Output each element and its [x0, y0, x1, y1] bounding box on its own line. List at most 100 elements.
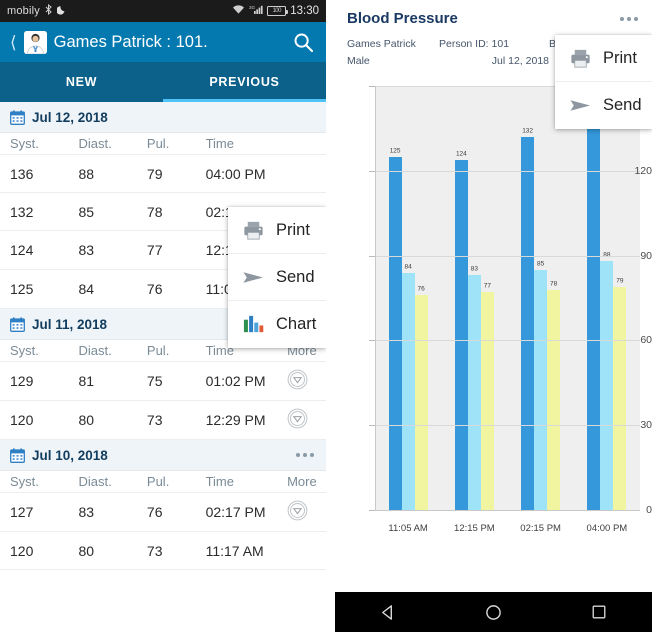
tab-previous[interactable]: PREVIOUS [163, 62, 326, 102]
cell-pulse: 76 [136, 269, 196, 309]
table-row[interactable]: 120 80 73 11:17 AM [0, 531, 326, 570]
cell-diastolic: 85 [68, 192, 137, 231]
column-header-pulse: Pul. [136, 471, 196, 493]
cell-more [277, 154, 326, 193]
expand-row-icon[interactable] [287, 369, 308, 393]
calendar-icon [10, 109, 25, 125]
cell-pulse: 78 [136, 192, 196, 231]
chart-bar-value-label: 85 [537, 260, 545, 268]
clock-label: 13:30 [290, 5, 319, 17]
chart-page: Blood Pressure Games Patrick Person ID: … [335, 0, 652, 592]
chart-bar-value-label: 125 [389, 147, 401, 155]
cell-pulse: 73 [136, 531, 196, 570]
cell-diastolic: 88 [68, 154, 137, 193]
cell-time: 11:17 AM [195, 531, 278, 570]
card-header: Jul 12, 2018 [0, 102, 326, 133]
chart-bar: 85 [534, 261, 548, 510]
chart-bar: 83 [467, 266, 481, 510]
chart-title: Blood Pressure [347, 10, 458, 27]
android-nav-bar [335, 592, 652, 632]
cell-time: 12:29 PM [195, 400, 278, 440]
wifi-icon [232, 4, 245, 18]
back-chevron-icon[interactable]: ⟨ [10, 34, 17, 51]
chart-bar: 132 [521, 128, 535, 510]
menu-item-print[interactable]: Print [228, 207, 326, 254]
cell-pulse: 75 [136, 361, 196, 401]
battery-level-label: 100 [272, 8, 281, 14]
chart-bar-value-label: 83 [470, 265, 478, 273]
chart-gridline [375, 425, 640, 427]
cell-more [277, 492, 326, 532]
table-row[interactable]: 136 88 79 04:00 PM [0, 154, 326, 193]
cell-systolic: 125 [0, 269, 69, 309]
table-row[interactable]: 129 81 75 01:02 PM [0, 361, 326, 401]
cell-more [277, 361, 326, 401]
records-table: Syst. Diast. Pul. Time More 129 81 75 01… [0, 340, 326, 440]
cell-systolic: 132 [0, 192, 69, 231]
patient-person-id: Person ID: 101 [439, 38, 510, 50]
chart-bar-value-label: 76 [417, 285, 425, 293]
app-bar: ⟨ Games Patrick : 101. [0, 22, 326, 62]
page-title: Games Patrick : 101. [53, 32, 208, 51]
tab-previous-label: PREVIOUS [209, 75, 280, 89]
cell-systolic: 127 [0, 492, 69, 532]
cell-systolic: 129 [0, 361, 69, 401]
printer-icon [568, 46, 592, 70]
column-header-more [277, 133, 326, 155]
send-icon [568, 94, 592, 118]
menu-item-print[interactable]: Print [555, 35, 652, 82]
search-icon[interactable] [290, 29, 316, 55]
menu-item-print-label: Print [603, 48, 637, 67]
card-header: Jul 10, 2018 [0, 440, 326, 471]
table-header-row: Syst. Diast. Pul. Time More [0, 471, 326, 493]
table-row[interactable]: 127 83 76 02:17 PM [0, 492, 326, 532]
cell-pulse: 77 [136, 230, 196, 270]
column-header-pulse: Pul. [136, 133, 196, 155]
cell-time: 02:17 PM [195, 492, 278, 532]
signal-icon: 3G [249, 4, 263, 18]
menu-item-chart-label: Chart [276, 315, 317, 333]
table-header-row: Syst. Diast. Pul. Time [0, 133, 326, 155]
overflow-menu-icon[interactable] [294, 449, 316, 461]
nav-home-icon[interactable] [470, 592, 516, 632]
column-header-pulse: Pul. [136, 340, 196, 362]
record-card: Jul 10, 2018 Syst. Diast. Pul. Time More [0, 440, 326, 570]
chart-bar: 125 [388, 148, 402, 510]
chart-plot-area: 1258476124837713285781368879 03060901201… [335, 78, 652, 548]
chart-header: Blood Pressure [335, 0, 652, 33]
screenshot-stage: mobily 3G 100 13:30 ⟨ Games Patrick: 10… [0, 0, 652, 632]
doctor-avatar-icon [23, 30, 47, 54]
card-date-label: Jul 10, 2018 [32, 447, 108, 463]
y-axis-tick-label: 120 [634, 164, 652, 177]
context-menu[interactable]: Print Send [228, 207, 326, 348]
table-row[interactable]: 120 80 73 12:29 PM [0, 400, 326, 440]
y-axis-tick-label: 30 [640, 419, 652, 432]
card-date-label: Jul 12, 2018 [32, 109, 108, 125]
nav-recents-icon[interactable] [576, 592, 622, 632]
calendar-icon [10, 316, 25, 332]
chart-gridline [375, 340, 640, 342]
cell-diastolic: 83 [68, 492, 137, 532]
overflow-menu-icon[interactable] [618, 13, 640, 25]
cell-diastolic: 84 [68, 269, 137, 309]
menu-item-send[interactable]: Send [555, 82, 652, 129]
chart-bar-group: 132 85 78 [508, 86, 574, 510]
bluetooth-icon [44, 3, 53, 18]
chart-bar: 84 [401, 263, 415, 510]
tab-new[interactable]: NEW [0, 62, 163, 102]
chart-gridline [375, 255, 640, 257]
cell-pulse: 79 [136, 154, 196, 193]
nav-back-icon[interactable] [365, 592, 411, 632]
right-phone-screen: Blood Pressure Games Patrick Person ID: … [335, 0, 652, 632]
calendar-icon [10, 447, 25, 463]
status-bar: mobily 3G 100 13:30 [0, 0, 326, 22]
cell-time: 01:02 PM [195, 361, 278, 401]
expand-row-icon[interactable] [287, 408, 308, 432]
chart-bar: 136 [587, 117, 601, 510]
menu-item-chart[interactable]: Chart [228, 301, 326, 348]
menu-item-send[interactable]: Send [228, 254, 326, 301]
expand-row-icon[interactable] [287, 500, 308, 524]
menu-item-print-label: Print [276, 220, 310, 239]
context-menu[interactable]: Print Send [555, 35, 652, 129]
records-list[interactable]: Jul 12, 2018 Syst. Diast. Pul. Time 136 … [0, 102, 326, 632]
